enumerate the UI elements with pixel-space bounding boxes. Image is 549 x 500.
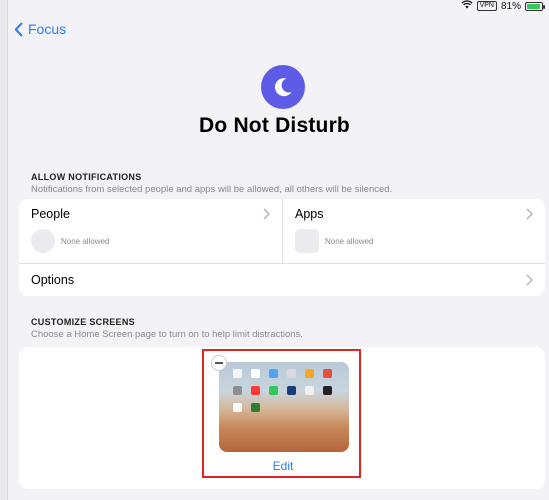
people-status: None allowed: [61, 237, 110, 246]
sidebar-edge: [0, 0, 8, 500]
options-label: Options: [31, 273, 75, 287]
allow-notifications-header: ALLOW NOTIFICATIONS: [31, 172, 142, 182]
chevron-right-icon: [526, 274, 533, 286]
status-bar: VPN 81%: [461, 0, 545, 12]
people-cell[interactable]: People None allowed: [19, 199, 282, 264]
apps-cell[interactable]: Apps None allowed: [282, 199, 545, 264]
allow-notifications-card: People None allowed Apps None allowed Op…: [19, 199, 545, 296]
battery-percent: 81%: [500, 0, 521, 12]
customize-screens-header: CUSTOMIZE SCREENS: [31, 317, 135, 327]
chevron-right-icon: [263, 208, 270, 220]
app-icon-placeholder: [295, 229, 319, 253]
wifi-icon: [461, 0, 473, 12]
vpn-badge: VPN: [476, 1, 497, 11]
options-row[interactable]: Options: [19, 264, 545, 296]
back-button[interactable]: Focus: [14, 21, 66, 37]
apps-label: Apps: [295, 207, 324, 221]
battery-fill: [527, 3, 540, 9]
battery-icon: [525, 1, 545, 11]
chevron-right-icon: [526, 208, 533, 220]
moon-icon: [261, 65, 305, 109]
page-title: Do Not Disturb: [199, 114, 350, 137]
allow-notifications-subtitle: Notifications from selected people and a…: [31, 184, 393, 195]
customize-screens-subtitle: Choose a Home Screen page to turn on to …: [31, 329, 303, 340]
back-button-label: Focus: [28, 21, 67, 37]
people-apps-row: People None allowed Apps None allowed: [19, 199, 545, 264]
chevron-left-icon: [14, 22, 23, 37]
highlight-annotation: [202, 349, 361, 478]
apps-status: None allowed: [325, 237, 374, 246]
people-label: People: [31, 207, 70, 221]
people-avatar-placeholder: [31, 229, 55, 253]
